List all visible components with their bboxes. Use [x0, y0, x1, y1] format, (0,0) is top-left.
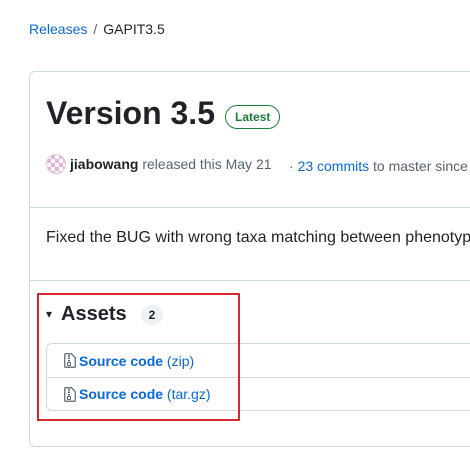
breadcrumb-releases-link[interactable]: Releases [29, 21, 87, 37]
released-text: released this May 21 [142, 156, 272, 172]
commits-suffix: to master since [373, 158, 468, 174]
commits-info: · 23 commits to master since [289, 157, 468, 175]
release-meta: jiabowang released this May 21 [70, 155, 272, 173]
divider-assets [30, 280, 470, 281]
release-notes: Fixed the BUG with wrong taxa matching b… [46, 229, 470, 246]
breadcrumb-current: GAPIT3.5 [103, 21, 165, 37]
breadcrumb: Releases / GAPIT3.5 [29, 20, 165, 38]
release-title[interactable]: Version 3.5 [46, 92, 215, 134]
commits-link[interactable]: 23 commits [298, 158, 370, 174]
divider-top [30, 207, 470, 208]
author-avatar[interactable] [46, 154, 66, 174]
release-page: Releases / GAPIT3.5 Version 3.5 Latest jia… [0, 0, 470, 454]
commits-bullet: · [289, 158, 294, 174]
breadcrumb-separator: / [93, 21, 98, 37]
latest-badge: Latest [225, 105, 281, 129]
author-link[interactable]: jiabowang [70, 156, 138, 172]
assets-highlight-box [37, 293, 240, 421]
